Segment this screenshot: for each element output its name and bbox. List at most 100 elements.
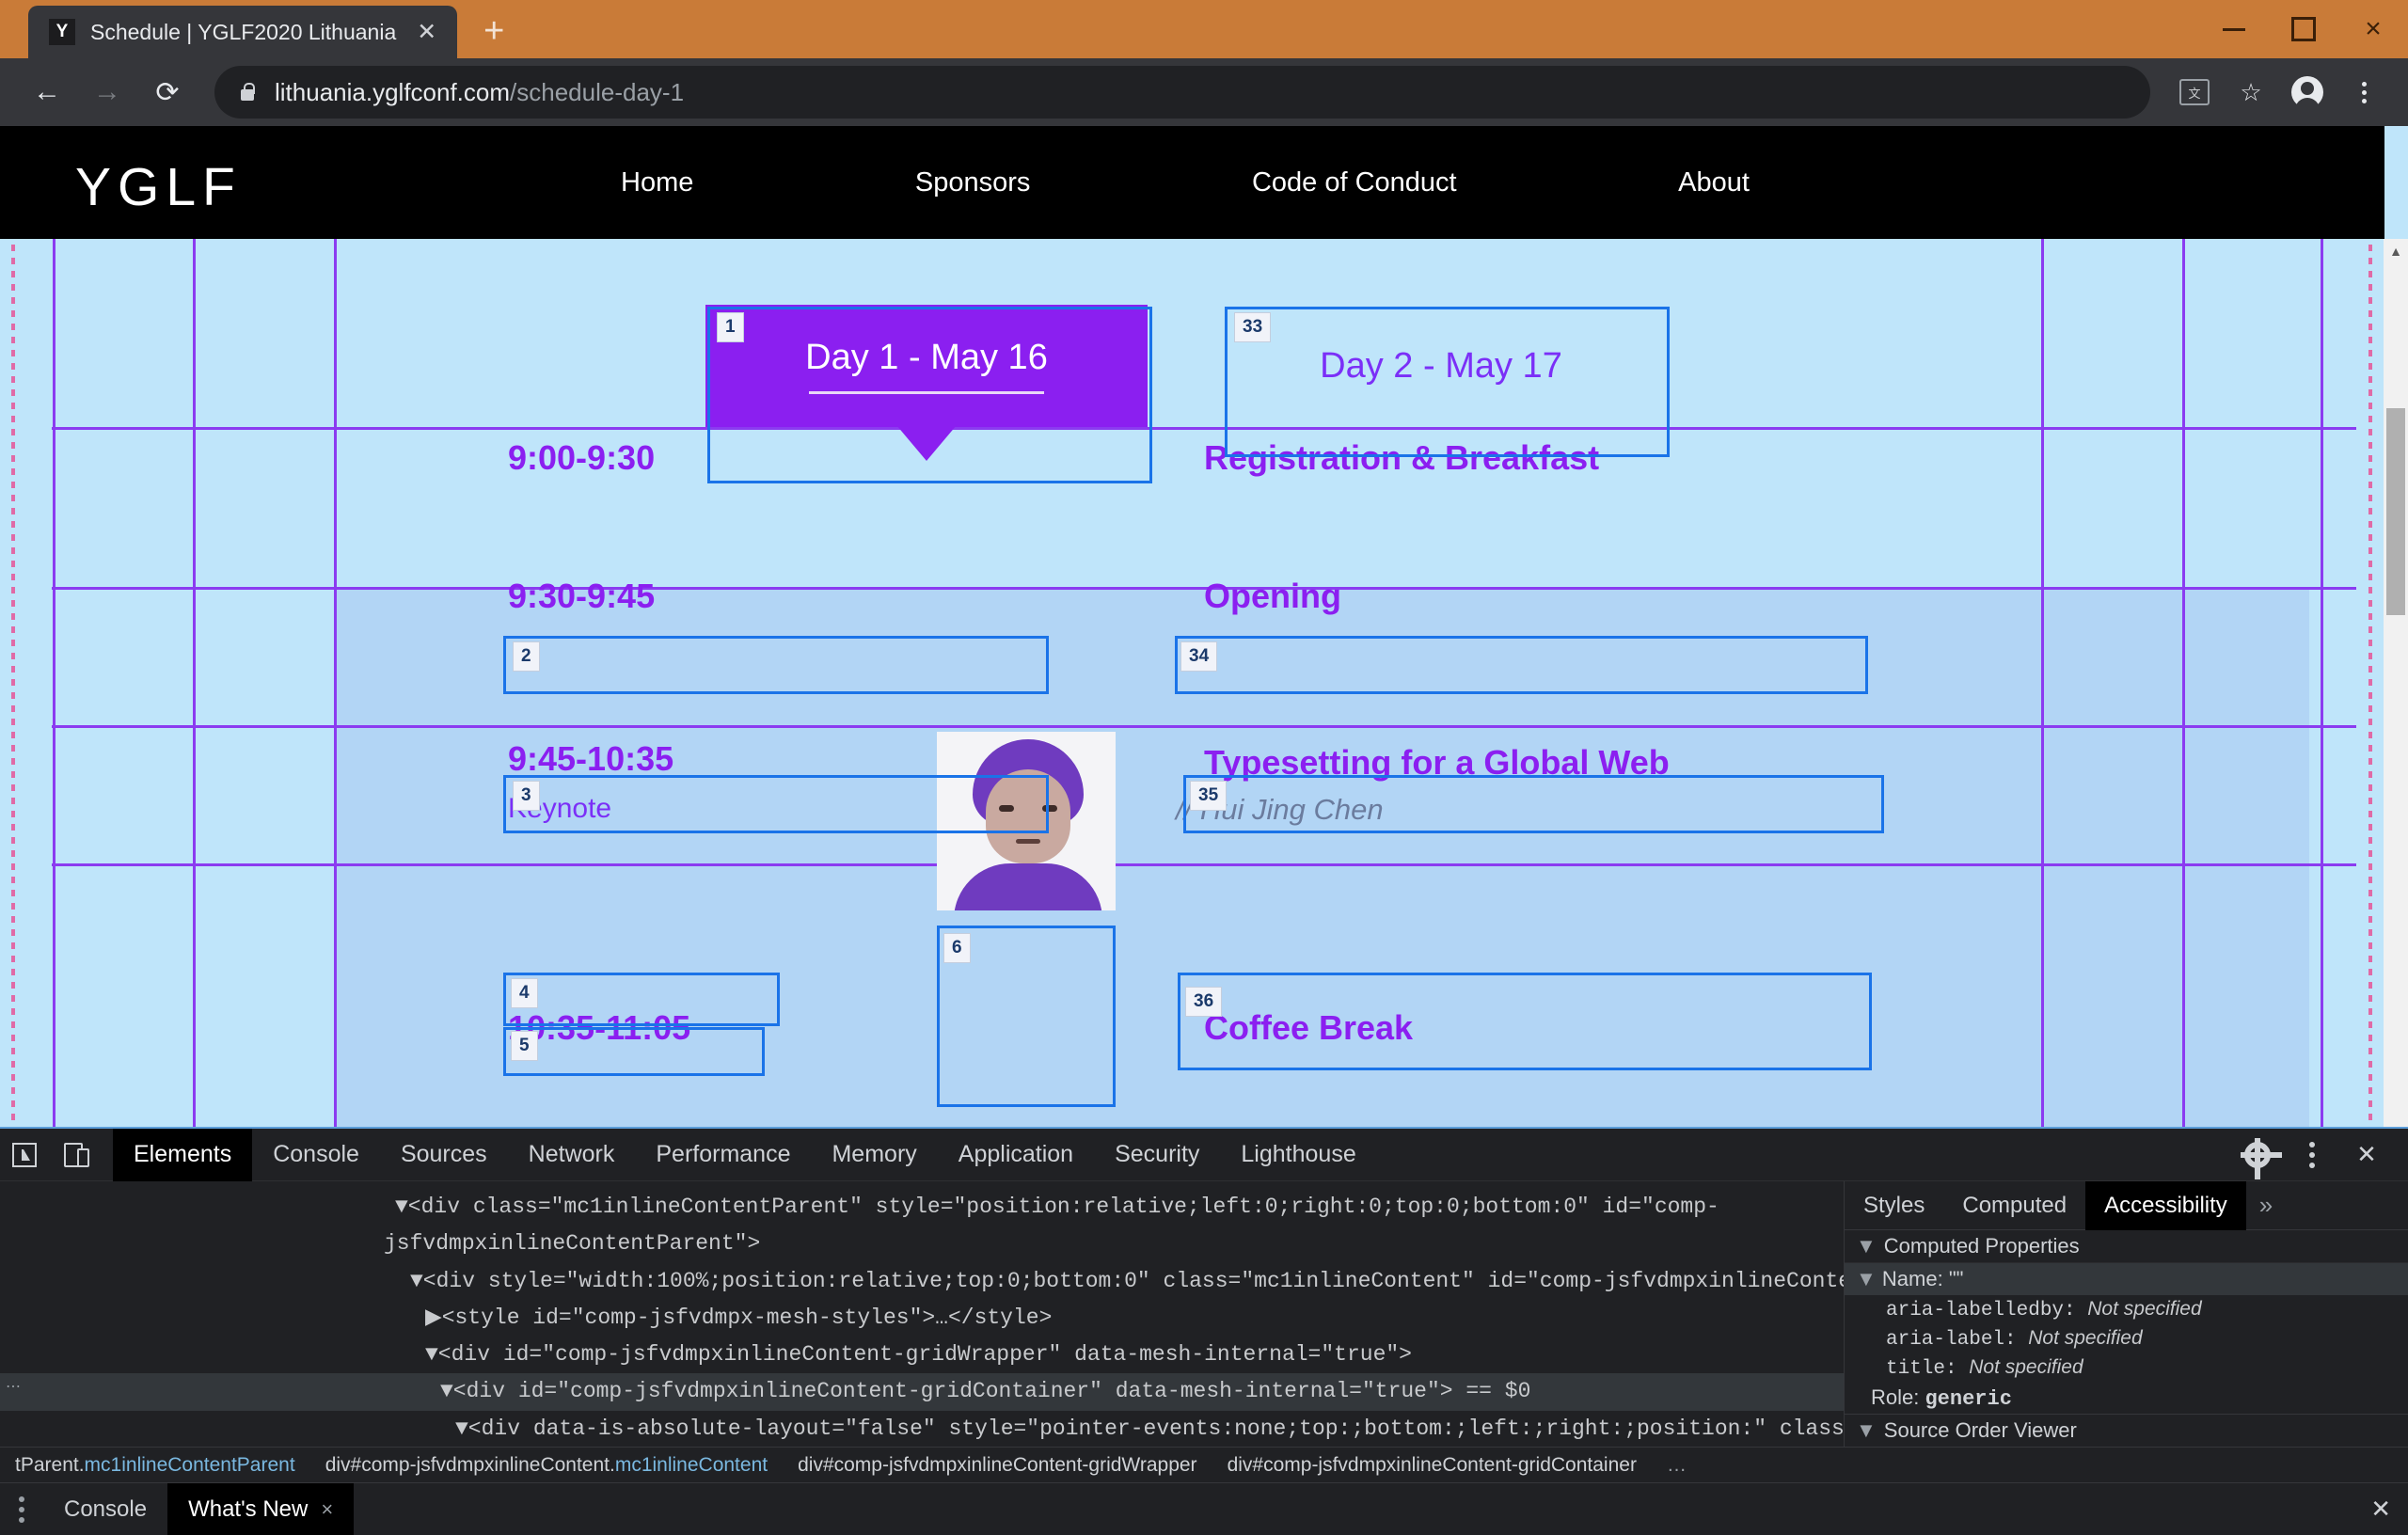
device-toolbar-icon[interactable]: [49, 1131, 98, 1179]
devtools-body: ▼<div class="mc1inlineContentParent" sty…: [0, 1180, 2408, 1448]
gear-icon[interactable]: [2233, 1131, 2282, 1179]
source-order-badge: 2: [513, 641, 540, 672]
scroll-up-arrow[interactable]: ▲: [2384, 239, 2408, 263]
tab-accessibility[interactable]: Accessibility: [2085, 1180, 2246, 1230]
tab-lighthouse[interactable]: Lighthouse: [1220, 1129, 1376, 1181]
breadcrumb-item[interactable]: tParent. mc1inlineContentParent: [0, 1448, 310, 1482]
source-order-viewer-header[interactable]: ▼ Source Order Viewer: [1845, 1414, 2408, 1448]
dom-line[interactable]: ▼<div style="width:100%;position:relativ…: [0, 1263, 1844, 1300]
chevron-down-icon: ▼: [1856, 1267, 1877, 1290]
dom-line[interactable]: ▼<div id="comp-jsfvdmpxinlineContent-gri…: [0, 1337, 1844, 1373]
breadcrumb-overflow[interactable]: …: [1652, 1448, 1702, 1482]
source-order-box: [1175, 636, 1868, 694]
nav-item-sponsors[interactable]: Sponsors: [915, 167, 1031, 198]
breadcrumb: tParent. mc1inlineContentParent div#comp-…: [0, 1447, 2408, 1482]
close-icon[interactable]: ✕: [411, 18, 442, 46]
source-order-badge: 36: [1185, 987, 1223, 1017]
dom-tree-pane[interactable]: ▼<div class="mc1inlineContentParent" sty…: [0, 1181, 1844, 1448]
a11y-attr-row: title: Not specified: [1886, 1356, 2083, 1380]
schedule-row: 9:00-9:30 Registration & Breakfast: [0, 408, 2408, 546]
tab-sources[interactable]: Sources: [380, 1129, 508, 1181]
inspect-element-icon[interactable]: [0, 1131, 49, 1179]
tab-performance[interactable]: Performance: [635, 1129, 811, 1181]
sidebar-more-icon[interactable]: »: [2246, 1191, 2286, 1220]
session-title: Opening: [1204, 577, 1341, 615]
session-time: 9:45-10:35: [508, 739, 674, 778]
page-viewport: YGLF Home Sponsors Code of Conduct About…: [0, 126, 2408, 1127]
a11y-role-row: Role: generic: [1871, 1385, 2012, 1411]
nav-item-about[interactable]: About: [1678, 167, 1750, 198]
nav-item-code-of-conduct[interactable]: Code of Conduct: [1252, 167, 1457, 198]
reload-button[interactable]: ⟳: [141, 66, 194, 119]
computed-properties-header[interactable]: ▼ Computed Properties: [1845, 1230, 2408, 1263]
browser-tab[interactable]: Y Schedule | YGLF2020 Lithuania ✕: [28, 6, 458, 58]
tab-styles[interactable]: Styles: [1845, 1181, 1943, 1230]
new-tab-button[interactable]: +: [468, 6, 519, 56]
drawer-menu-icon[interactable]: [0, 1483, 43, 1535]
chevron-down-icon: ▼: [1856, 1418, 1877, 1442]
browser-window: Y Schedule | YGLF2020 Lithuania ✕ + × ← …: [0, 0, 2408, 1535]
source-order-box: [503, 775, 1049, 833]
nav-item-home[interactable]: Home: [621, 167, 693, 198]
devtools-close-icon[interactable]: ✕: [2342, 1131, 2391, 1179]
tab-elements[interactable]: Elements: [113, 1128, 253, 1181]
tab-computed[interactable]: Computed: [1943, 1181, 2085, 1230]
session-time: 9:00-9:30: [508, 438, 656, 477]
maximize-icon[interactable]: [2269, 0, 2338, 58]
breadcrumb-item[interactable]: div#comp-jsfvdmpxinlineContent-gridWrapp…: [783, 1448, 1212, 1482]
drawer-tab-close-icon[interactable]: ×: [321, 1497, 333, 1522]
tab-console[interactable]: Console: [252, 1129, 380, 1181]
dom-line[interactable]: jsfvdmpxinlineContentParent">: [0, 1226, 1844, 1262]
minimize-icon[interactable]: [2199, 0, 2269, 58]
tab-security[interactable]: Security: [1094, 1129, 1220, 1181]
tab-application[interactable]: Application: [938, 1129, 1094, 1181]
scrollbar-thumb[interactable]: [2386, 408, 2405, 615]
drawer-tab-console[interactable]: Console: [43, 1483, 167, 1535]
session-time: 9:30-9:45: [508, 577, 656, 615]
devtools-more-icon[interactable]: [2288, 1131, 2337, 1179]
drawer-tab-whats-new[interactable]: What's New ×: [167, 1482, 355, 1535]
dom-line[interactable]: ▼<div data-is-absolute-layout="false" st…: [0, 1411, 1844, 1448]
dom-line-menu-icon[interactable]: ⋯: [6, 1377, 21, 1396]
a11y-name-row[interactable]: ▼ Name: "": [1845, 1263, 2408, 1295]
drawer-close-icon[interactable]: ✕: [2370, 1495, 2408, 1524]
url-host: lithuania.yglfconf.com: [275, 77, 511, 106]
devtools-panel: Elements Console Sources Network Perform…: [0, 1127, 2408, 1535]
accessibility-pane: ▼ Computed Properties ▼ Name: "" aria-lab…: [1845, 1230, 2408, 1448]
bookmark-icon[interactable]: ☆: [2227, 69, 2274, 116]
source-order-box: [503, 973, 780, 1026]
forward-button[interactable]: →: [81, 66, 134, 119]
back-button[interactable]: ←: [21, 66, 73, 119]
lock-icon: [239, 82, 256, 103]
source-order-badge: 5: [511, 1031, 538, 1061]
site-navigation: Home Sponsors Code of Conduct About: [621, 167, 1750, 198]
source-order-box: [1225, 307, 1670, 457]
page-scrollbar[interactable]: ▲: [2384, 239, 2408, 1127]
browser-toolbar: ← → ⟳ lithuania.yglfconf.com/schedule-da…: [0, 58, 2408, 126]
site-logo[interactable]: YGLF: [75, 156, 242, 218]
dom-line[interactable]: ▶<style id="comp-jsfvdmpx-mesh-styles">……: [0, 1300, 1844, 1337]
tab-title: Schedule | YGLF2020 Lithuania: [90, 19, 397, 44]
source-order-badge: 6: [943, 933, 971, 963]
devtools-tab-list: Elements Console Sources Network Perform…: [113, 1128, 1377, 1181]
tab-network[interactable]: Network: [508, 1129, 636, 1181]
a11y-attr-row: aria-labelledby: Not specified: [1886, 1298, 2202, 1321]
source-order-badge: 35: [1190, 781, 1228, 811]
breadcrumb-item[interactable]: div#comp-jsfvdmpxinlineContent. mc1inline…: [310, 1448, 783, 1482]
url-path: /schedule-day-1: [510, 77, 685, 106]
window-close-icon[interactable]: ×: [2338, 0, 2408, 58]
source-order-badge: 4: [511, 978, 538, 1008]
source-order-badge: 34: [1180, 641, 1218, 672]
dom-line[interactable]: ▼<div class="mc1inlineContentParent" sty…: [0, 1189, 1844, 1226]
dom-line-selected[interactable]: ▼<div id="comp-jsfvdmpxinlineContent-gri…: [0, 1373, 1844, 1411]
profile-icon[interactable]: [2284, 69, 2331, 116]
translate-icon[interactable]: 文: [2171, 69, 2218, 116]
tab-memory[interactable]: Memory: [811, 1129, 937, 1181]
source-order-box: [1183, 775, 1884, 833]
breadcrumb-item[interactable]: div#comp-jsfvdmpxinlineContent-gridConta…: [1212, 1448, 1652, 1482]
source-order-badge: 33: [1234, 312, 1272, 342]
browser-menu-icon[interactable]: [2340, 69, 2387, 116]
address-bar[interactable]: lithuania.yglfconf.com/schedule-day-1: [214, 66, 2150, 119]
devtools-toolbar-right: ✕: [2233, 1131, 2408, 1179]
source-order-badge: 1: [717, 312, 744, 342]
